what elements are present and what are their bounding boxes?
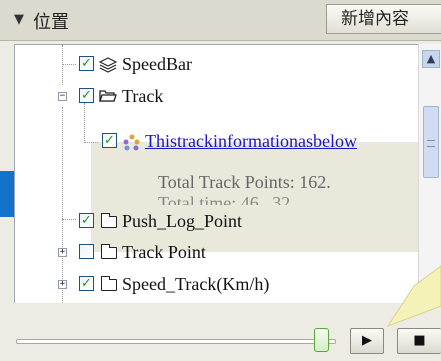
- tree-item-label: Push_Log_Point: [122, 211, 243, 231]
- tooltip-pointer: [386, 265, 441, 328]
- speedbar-checkbox[interactable]: ✓: [79, 56, 94, 71]
- tree-item-label: Track Point: [122, 242, 206, 262]
- tree-item-label: Track: [122, 86, 164, 106]
- expand-toggle-icon[interactable]: +: [58, 280, 67, 289]
- tree-item-track-info[interactable]: ✓ Thistrackinformationasbelow: [15, 131, 415, 155]
- side-tab[interactable]: [0, 171, 14, 217]
- tree-item-label: Speed_Track(Km/h): [122, 274, 270, 294]
- collapse-arrow-icon[interactable]: ▼: [14, 12, 24, 27]
- track-info-link[interactable]: Thistrackinformationasbelow: [145, 131, 357, 152]
- open-folder-icon: [99, 90, 117, 102]
- tree-item-speedbar[interactable]: ✓ SpeedBar: [15, 53, 415, 77]
- tree-item-label: SpeedBar: [122, 54, 192, 74]
- collapse-toggle-icon[interactable]: −: [58, 92, 67, 101]
- places-tree[interactable]: ✓ SpeedBar − ✓ Track ✓ Thistrackinformat…: [14, 44, 441, 304]
- folder-icon: [100, 276, 117, 291]
- track-description: Total Track Points: 162.: [158, 172, 331, 192]
- folder-icon: [100, 244, 117, 259]
- tree-item-speed-track[interactable]: + ✓ Speed_Track(Km/h): [15, 273, 415, 297]
- scroll-up-arrow-icon[interactable]: ▲: [422, 50, 440, 68]
- tree-item-push-log-point[interactable]: ✓ Push_Log_Point: [15, 210, 415, 234]
- track-description-clipped: Total time: 46...32: [158, 193, 291, 205]
- track-info-checkbox[interactable]: ✓: [102, 133, 117, 148]
- scrollbar-thumb[interactable]: [423, 106, 439, 178]
- track-points-icon: [123, 134, 140, 151]
- time-slider[interactable]: [16, 339, 336, 344]
- push-log-checkbox[interactable]: ✓: [79, 213, 94, 228]
- tree-item-track[interactable]: − ✓ Track: [15, 85, 415, 109]
- tree-item-track-point[interactable]: + Track Point: [15, 241, 415, 265]
- speed-track-checkbox[interactable]: ✓: [79, 276, 94, 291]
- places-header: ▼ 位置 新增內容: [0, 0, 441, 41]
- folder-icon: [100, 213, 117, 228]
- track-checkbox[interactable]: ✓: [79, 88, 94, 103]
- track-point-checkbox[interactable]: [79, 244, 94, 259]
- play-button[interactable]: ▶: [350, 328, 384, 354]
- time-slider-thumb[interactable]: [314, 328, 329, 352]
- grip-icon: [427, 140, 435, 147]
- add-content-button[interactable]: 新增內容: [326, 4, 441, 34]
- panel-title[interactable]: 位置: [33, 8, 69, 34]
- speedbar-layer-icon: [99, 57, 117, 73]
- expand-toggle-icon[interactable]: +: [58, 248, 67, 257]
